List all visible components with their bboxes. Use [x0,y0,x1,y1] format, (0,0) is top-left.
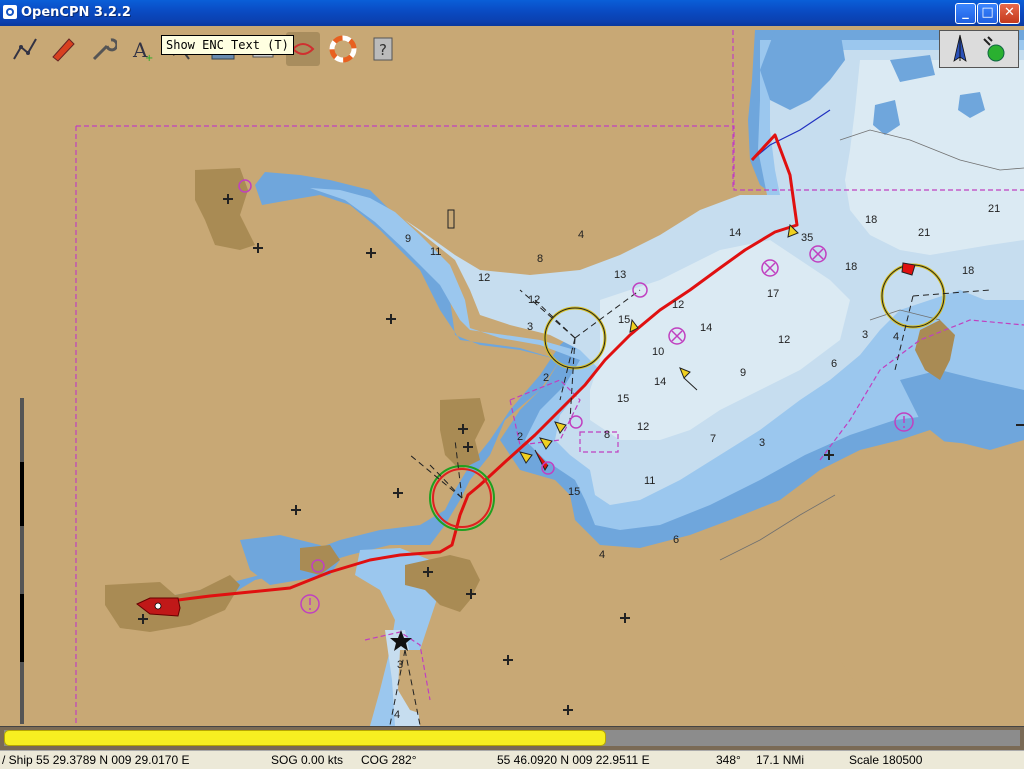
depth-sounding-label: 13 [614,269,626,281]
depth-sounding-label: 3 [759,437,765,449]
mob-tool-button[interactable] [326,32,360,66]
settings-tool-button[interactable] [86,32,120,66]
cog-text: COG 282° [361,753,417,767]
help-tool-button[interactable]: ? [366,32,400,66]
ship-icon [52,38,75,62]
bearing-text: 348° [716,753,741,767]
depth-sounding-label: 8 [537,253,543,265]
depth-sounding-label: 4 [578,229,584,241]
progress-track [4,730,1020,746]
depth-sounding-label: 3 [862,329,868,341]
route-tool-button[interactable] [8,32,42,66]
depth-sounding-label: 6 [831,358,837,370]
depth-sounding-label: 2 [517,431,523,443]
depth-sounding-label: 17 [767,288,779,300]
depth-sounding-label: 12 [478,272,490,284]
svg-text:+: + [145,53,153,63]
ship-tool-button[interactable] [46,32,80,66]
depth-sounding-label: 4 [599,549,605,561]
progress-area [0,726,1024,751]
depth-sounding-label: 14 [729,227,741,239]
app-icon [3,5,17,19]
depth-sounding-label: 14 [700,322,712,334]
depth-sounding-label: 4 [893,331,899,343]
depth-sounding-label: 7 [710,433,716,445]
depth-sounding-label: 14 [654,376,666,388]
depth-sounding-label: 9 [740,367,746,379]
window-title-bar: OpenCPN 3.2.2 _ □ ✕ [0,0,1024,26]
chart-svg: 9118412 131231512101414 3518212118 181712 3 4… [0,26,1024,726]
wrench-icon [92,38,117,61]
depth-sounding-label: 12 [778,334,790,346]
depth-sounding-label: 6 [673,534,679,546]
lifebuoy-icon [329,35,357,63]
ship-position-text: / Ship 55 29.3789 N 009 29.0170 E [2,753,190,767]
scale-text: Scale 180500 [849,753,923,767]
depth-sounding-label: 2 [543,372,549,384]
depth-sounding-label: 15 [568,486,580,498]
compass-gps-widget[interactable] [939,30,1019,68]
depth-sounding-label: 4 [394,709,400,721]
depth-sounding-label: 15 [618,314,630,326]
cursor-position-text: 55 46.0920 N 009 22.9511 E [497,753,650,767]
chart-scale-bar [20,398,24,724]
text-tool-button[interactable]: A + [126,32,160,66]
sog-text: SOG 0.00 kts [271,753,344,767]
depth-sounding-label: 9 [405,233,411,245]
depth-sounding-label: 18 [962,265,974,277]
depth-sounding-label: 11 [644,475,655,487]
depth-sounding-label: 21 [918,227,930,239]
depth-sounding-label: 18 [865,214,877,226]
nautical-chart-canvas[interactable]: 9 11 8 4 12 13 12 3 15 12 10 14 14 35 18 21 21 18 18 17 12 3 4… [0,26,1024,726]
depth-sounding-label: 21 [988,203,1000,215]
depth-sounding-label: 12 [637,421,649,433]
window-title: OpenCPN 3.2.2 [21,5,131,20]
svg-text:?: ? [379,41,387,59]
help-icon: ? [373,37,393,61]
maximize-button[interactable]: □ [977,3,998,24]
depth-sounding-label: 10 [652,346,664,358]
depth-sounding-label: 3 [397,659,403,671]
depth-sounding-label: 8 [604,429,610,441]
status-bar: / Ship 55 29.3789 N 009 29.0170 E SOG 0.… [0,750,1024,769]
depth-sounding-label: 18 [845,261,857,273]
text-a-icon: A+ [132,38,153,63]
depth-sounding-label: 3 [527,321,533,333]
depth-sounding-label: 11 [430,246,441,258]
gps-status-icon [987,44,1005,62]
north-arrow-icon [953,34,1005,62]
depth-sounding-label: 15 [617,393,629,405]
distance-text: 17.1 NMi [756,753,805,767]
depth-sounding-label: 35 [801,232,813,244]
depth-sounding-label: 12 [528,294,540,306]
progress-fill [4,730,607,746]
close-button[interactable]: ✕ [999,3,1020,24]
depth-sounding-label: 12 [672,299,684,311]
toolbar-tooltip: Show ENC Text (T) [161,35,294,55]
minimize-button[interactable]: _ [955,3,976,24]
route-icon [13,38,37,60]
